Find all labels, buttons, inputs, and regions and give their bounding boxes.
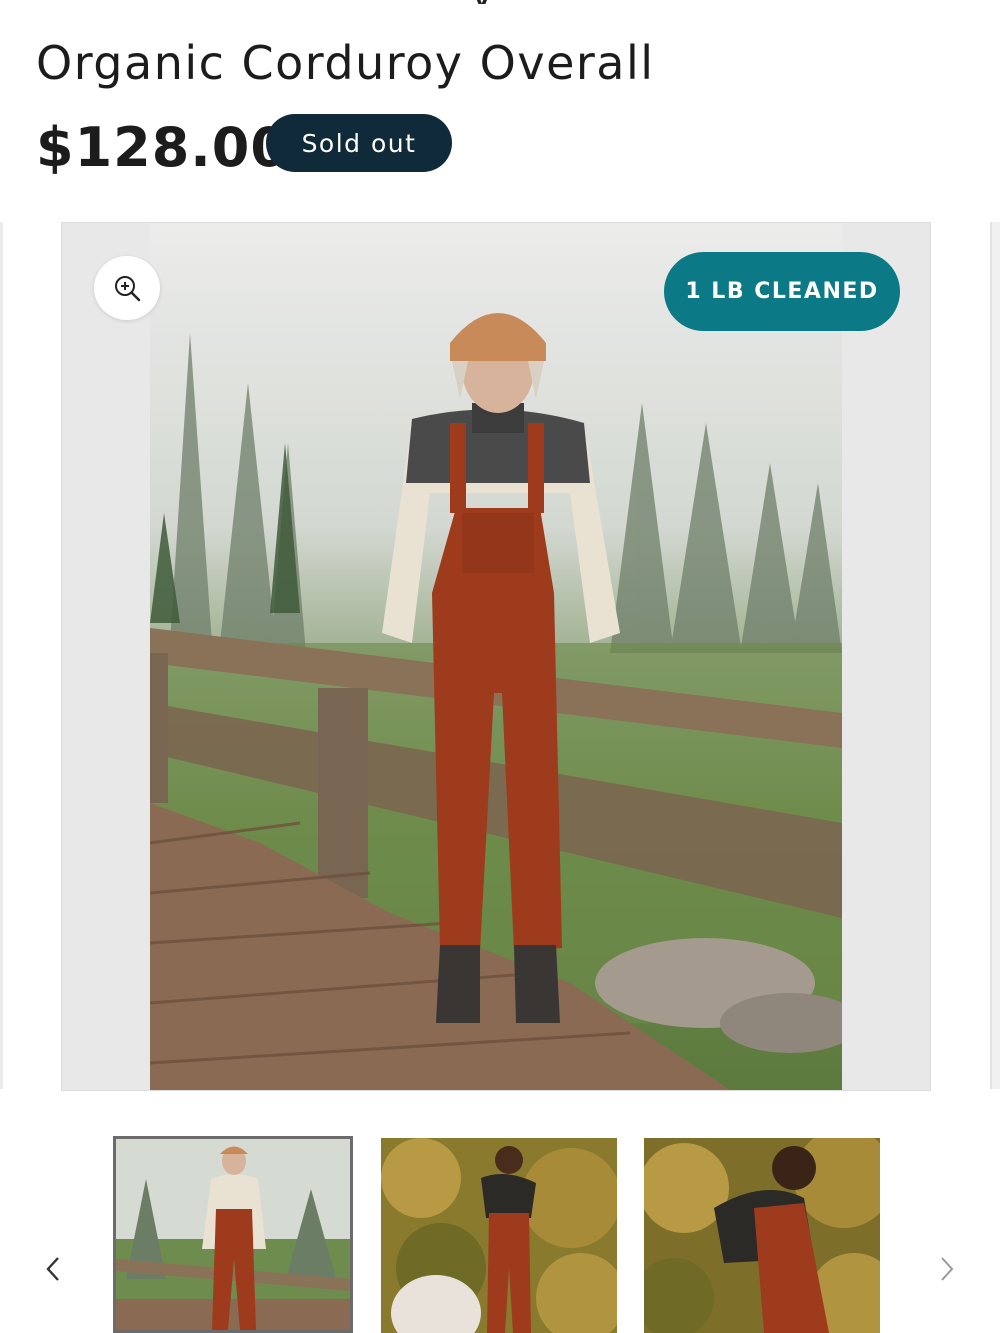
- impact-badge: 1 LB CLEANED: [664, 252, 900, 331]
- product-main-image[interactable]: [150, 223, 842, 1090]
- product-price: $128.00: [36, 116, 289, 179]
- gallery-next-button[interactable]: [932, 1252, 962, 1286]
- product-media-frame[interactable]: [61, 222, 931, 1091]
- next-slide-edge: [990, 222, 1000, 1089]
- sold-out-badge: Sold out: [266, 114, 452, 172]
- previous-slide-edge: [0, 222, 3, 1089]
- gallery-prev-button[interactable]: [38, 1252, 68, 1286]
- main-photo-illustration: [150, 223, 842, 1090]
- zoom-button[interactable]: [94, 256, 160, 320]
- gallery-thumbnail[interactable]: [113, 1136, 353, 1333]
- zoom-in-icon: [115, 276, 141, 302]
- chevron-right-icon: [941, 1257, 954, 1281]
- gallery-thumbnail[interactable]: [381, 1138, 617, 1333]
- gallery-thumbnail[interactable]: [644, 1138, 880, 1333]
- cut-off-header-text: y: [470, 0, 550, 4]
- product-title: Organic Corduroy Overall: [36, 36, 655, 90]
- chevron-left-icon: [46, 1257, 59, 1281]
